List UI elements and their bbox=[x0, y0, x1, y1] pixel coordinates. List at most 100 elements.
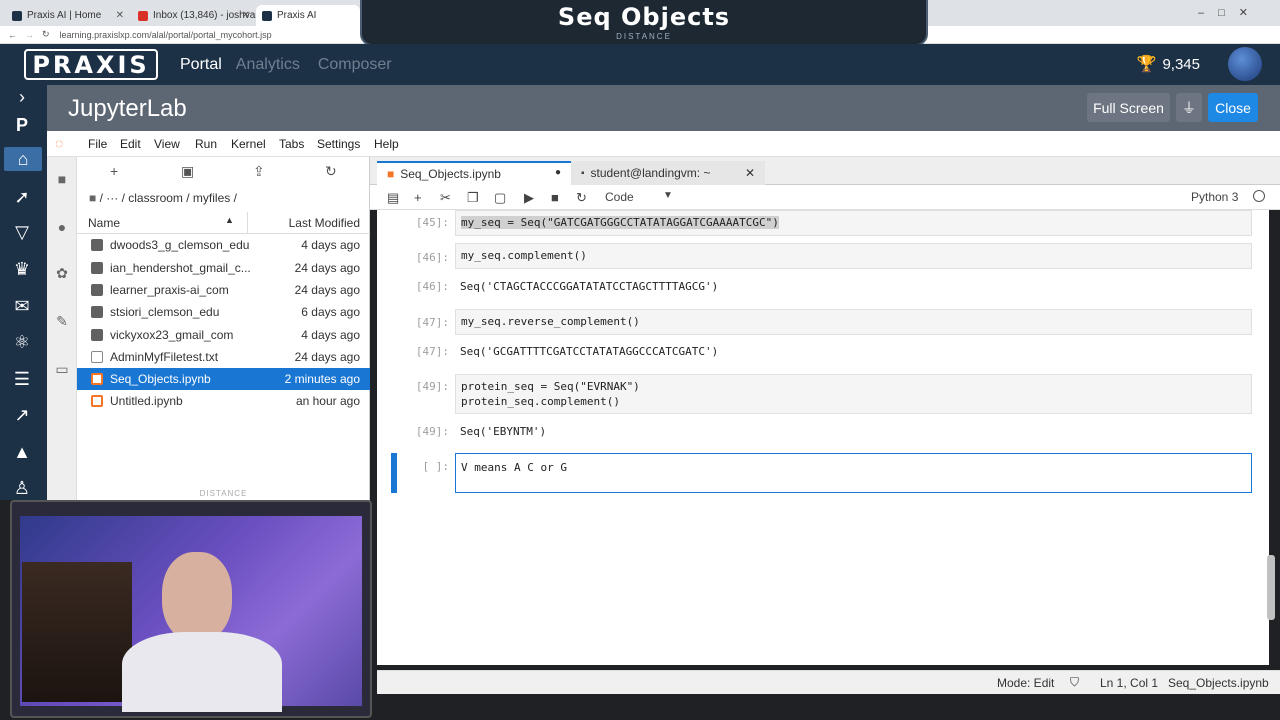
rocket-icon[interactable]: ➚ bbox=[10, 185, 34, 209]
refresh-icon[interactable]: ↻ bbox=[325, 163, 337, 180]
reload-icon[interactable]: ↻ bbox=[42, 29, 50, 40]
insert-cell-icon[interactable]: + bbox=[414, 190, 422, 205]
menu-settings[interactable]: Settings bbox=[317, 137, 360, 151]
file-row[interactable]: Untitled.ipynb an hour ago bbox=[77, 390, 370, 412]
file-row[interactable]: dwoods3_g_clemson_edu 4 days ago bbox=[77, 234, 370, 256]
active-cell-marker bbox=[391, 453, 397, 493]
browser-tab-label: Praxis AI | Home bbox=[27, 10, 102, 21]
breadcrumb-path[interactable]: / ··· / classroom / myfiles / bbox=[100, 191, 237, 205]
plug-icon[interactable]: ⏚ bbox=[1176, 93, 1202, 122]
file-modified: 4 days ago bbox=[301, 238, 360, 252]
wrench-icon[interactable]: ✎ bbox=[53, 313, 71, 331]
browser-tab-active[interactable]: Praxis AI bbox=[256, 5, 360, 26]
save-icon[interactable]: ▤ bbox=[387, 190, 399, 206]
code-cell[interactable]: my_seq.complement() bbox=[455, 243, 1252, 269]
file-row-selected[interactable]: Seq_Objects.ipynb 2 minutes ago bbox=[77, 368, 370, 390]
code-cell[interactable]: my_seq = Seq("GATCGATGGGCCTATATAGGATCGAA… bbox=[455, 210, 1252, 236]
browser-tab-label: Inbox (13,846) - joshvandenbrin... bbox=[153, 10, 256, 21]
fox-icon[interactable]: ▽ bbox=[10, 220, 34, 244]
overlay-footer-label: DISTANCE bbox=[199, 489, 248, 498]
file-row[interactable]: AdminMyfFiletest.txt 24 days ago bbox=[77, 346, 370, 368]
atom-icon[interactable]: ⚛ bbox=[10, 330, 34, 354]
menu-view[interactable]: View bbox=[154, 137, 180, 151]
running-icon[interactable]: ● bbox=[53, 219, 71, 237]
tab-terminal[interactable]: ▪ student@landingvm: ~ ✕ bbox=[571, 161, 765, 185]
file-row[interactable]: learner_praxis-ai_com 24 days ago bbox=[77, 279, 370, 301]
stop-icon[interactable]: ■ bbox=[551, 190, 559, 205]
activity-bar: ■ ● ✿ ✎ ▭ bbox=[47, 157, 77, 507]
cell-type-select[interactable]: Code bbox=[605, 190, 634, 204]
classroom-icon[interactable]: ⌂ bbox=[4, 147, 42, 171]
paste-icon[interactable]: ▢ bbox=[494, 190, 506, 206]
browser-tab[interactable]: Praxis AI | Home ✕ bbox=[6, 5, 130, 26]
folder-icon: ■ bbox=[89, 191, 97, 205]
file-row[interactable]: ian_hendershot_gmail_c... 24 days ago bbox=[77, 257, 370, 279]
cut-icon[interactable]: ✂ bbox=[440, 190, 451, 206]
close-button[interactable]: Close bbox=[1208, 93, 1258, 122]
output-prompt: [49]: bbox=[415, 425, 449, 438]
folder-icon bbox=[91, 306, 103, 318]
close-icon[interactable]: ✕ bbox=[116, 10, 124, 21]
menu-file[interactable]: File bbox=[88, 137, 107, 151]
score-value: 9,345 bbox=[1162, 55, 1200, 73]
unsaved-dot-icon[interactable]: ● bbox=[555, 167, 561, 178]
folder-icon[interactable]: ■ bbox=[53, 171, 71, 189]
menu-kernel[interactable]: Kernel bbox=[231, 137, 266, 151]
trophy-icon: 🏆 bbox=[1136, 56, 1157, 73]
restart-icon[interactable]: ↻ bbox=[576, 190, 587, 206]
active-code-cell[interactable]: V means A C or G bbox=[455, 453, 1252, 493]
close-icon[interactable]: ✕ bbox=[242, 10, 250, 21]
forward-icon[interactable]: → bbox=[25, 30, 34, 40]
run-icon[interactable]: ▶ bbox=[524, 190, 534, 206]
url-text[interactable]: learning.praxislxp.com/alal/portal/porta… bbox=[60, 30, 272, 40]
cell-output: Seq('EBYNTM') bbox=[460, 425, 547, 438]
menu-run[interactable]: Run bbox=[195, 137, 217, 151]
tab-seq-objects[interactable]: ■ Seq_Objects.ipynb ● bbox=[377, 161, 571, 185]
menu-tabs[interactable]: Tabs bbox=[279, 137, 304, 151]
file-name: Untitled.ipynb bbox=[110, 394, 183, 408]
medal-icon[interactable]: ♙ bbox=[10, 476, 34, 500]
menu-help[interactable]: Help bbox=[374, 137, 399, 151]
back-icon[interactable]: ← bbox=[8, 30, 17, 40]
sort-up-icon[interactable]: ▲ bbox=[225, 215, 234, 225]
nav-portal[interactable]: Portal bbox=[180, 56, 222, 74]
expand-chevron-icon[interactable]: › bbox=[10, 85, 34, 109]
copy-icon[interactable]: ❐ bbox=[467, 190, 479, 206]
status-mode[interactable]: Mode: Edit bbox=[997, 676, 1054, 690]
person-face-image bbox=[162, 552, 232, 642]
shield-icon[interactable]: ⛉ bbox=[1070, 675, 1079, 690]
new-launcher-icon[interactable]: + bbox=[110, 163, 118, 179]
nav-composer[interactable]: Composer bbox=[318, 56, 392, 74]
code-cell[interactable]: protein_seq = Seq("EVRNAK") protein_seq.… bbox=[455, 374, 1252, 414]
new-folder-icon[interactable]: ▣ bbox=[181, 163, 194, 180]
file-browser: + ▣ ⇪ ↻ ■ / ··· / classroom / myfiles / … bbox=[77, 157, 370, 507]
code-cell[interactable]: my_seq.reverse_complement() bbox=[455, 309, 1252, 335]
close-icon[interactable]: ✕ bbox=[745, 166, 755, 180]
chevron-down-icon[interactable]: ▼ bbox=[663, 190, 673, 201]
file-row[interactable]: vickyxox23_gmail_com 4 days ago bbox=[77, 324, 370, 346]
chart-icon[interactable]: ↗ bbox=[10, 403, 34, 427]
mail-icon[interactable]: ✉ bbox=[10, 294, 34, 318]
avatar[interactable] bbox=[1228, 47, 1262, 81]
nav-analytics[interactable]: Analytics bbox=[236, 56, 300, 74]
palette-icon[interactable]: ✿ bbox=[53, 265, 71, 283]
column-name[interactable]: Name bbox=[88, 216, 120, 230]
terminal-icon: ▪ bbox=[581, 167, 585, 179]
upload-icon[interactable]: ⇪ bbox=[253, 163, 265, 180]
menu-edit[interactable]: Edit bbox=[120, 137, 141, 151]
kernel-name[interactable]: Python 3 bbox=[1191, 190, 1238, 204]
fullscreen-button[interactable]: Full Screen bbox=[1087, 93, 1170, 122]
graduation-cap-icon[interactable]: ▲ bbox=[10, 440, 34, 464]
status-position[interactable]: Ln 1, Col 1 bbox=[1100, 676, 1158, 690]
column-last-modified[interactable]: Last Modified bbox=[289, 216, 360, 230]
browser-tab[interactable]: Inbox (13,846) - joshvandenbrin... ✕ bbox=[132, 5, 256, 26]
file-modified: an hour ago bbox=[295, 394, 360, 408]
file-row[interactable]: stsiori_clemson_edu 6 days ago bbox=[77, 301, 370, 323]
scrollbar[interactable] bbox=[1267, 555, 1275, 620]
window-controls[interactable]: –□✕ bbox=[1198, 6, 1262, 19]
list-icon[interactable]: ☰ bbox=[10, 367, 34, 391]
trophy-icon[interactable]: ♛ bbox=[10, 257, 34, 281]
tabs-icon[interactable]: ▭ bbox=[53, 361, 71, 379]
praxis-logo[interactable]: PRAXIS bbox=[24, 49, 158, 80]
praxis-p-icon[interactable]: P bbox=[10, 113, 34, 137]
